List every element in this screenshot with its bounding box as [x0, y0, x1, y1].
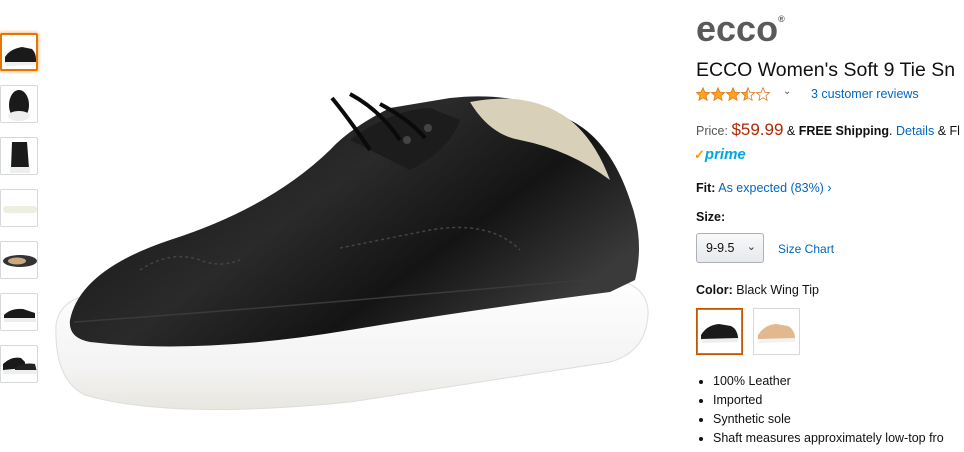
size-dropdown-value: 9-9.5: [706, 241, 735, 255]
star-rating[interactable]: [696, 86, 776, 107]
chevron-down-icon: ⌄: [746, 241, 756, 253]
color-value: Black Wing Tip: [736, 283, 819, 297]
color-row: Color: Black Wing Tip: [696, 283, 819, 297]
registered-mark-icon: ®: [778, 14, 785, 24]
details-suffix: & Fl: [937, 124, 960, 138]
feature-bullet: Synthetic sole: [713, 410, 944, 429]
rating-stars-icon: [696, 87, 771, 101]
color-label: Color:: [696, 283, 733, 297]
thumbnail-3[interactable]: [0, 137, 38, 175]
size-dropdown[interactable]: 9-9.5 ⌄: [696, 233, 764, 263]
thumbnail-5[interactable]: [0, 241, 38, 279]
product-title: ECCO Women's Soft 9 Tie Sn: [696, 59, 956, 81]
thumbnail-7[interactable]: [0, 345, 38, 383]
size-label: Size:: [696, 210, 725, 224]
swatch-black-wing-tip[interactable]: [696, 308, 743, 355]
shipping-connector: &: [786, 124, 796, 138]
price-row: Price: $59.99 & FREE Shipping. Details &…: [696, 120, 960, 139]
feature-bullet: Imported: [713, 391, 944, 410]
fit-label: Fit:: [696, 181, 716, 195]
feature-bullet: 100% Leather: [713, 372, 944, 391]
thumbnail-2[interactable]: [0, 85, 38, 123]
brand-logo[interactable]: ECCO®: [696, 8, 785, 50]
customer-reviews-link[interactable]: 3 customer reviews: [811, 87, 919, 101]
swatch-tan[interactable]: [753, 308, 800, 355]
fit-chevron-icon[interactable]: ›: [827, 181, 831, 195]
main-product-image[interactable]: [50, 80, 650, 430]
size-chart-link[interactable]: Size Chart: [778, 242, 834, 256]
prime-check-icon: ✓: [696, 147, 705, 162]
shipping-text: FREE Shipping: [798, 124, 890, 138]
fit-row: Fit: As expected (83%) ›: [696, 181, 832, 195]
price-label: Price:: [696, 124, 728, 138]
thumbnail-6[interactable]: [0, 293, 38, 331]
fit-value-link[interactable]: As expected (83%): [718, 181, 824, 195]
product-details: ECCO® ECCO Women's Soft 9 Tie Sn ⌄ 3 cus…: [696, 0, 964, 452]
chevron-down-icon[interactable]: ⌄: [783, 86, 791, 97]
prime-label: prime: [704, 146, 746, 163]
feature-bullet: Shaft measures approximately low-top fro: [713, 429, 944, 448]
prime-badge[interactable]: ✓prime: [696, 146, 746, 163]
size-label-text: Size:: [696, 210, 726, 224]
thumbnail-1[interactable]: [0, 33, 38, 71]
price-value: $59.99: [731, 120, 784, 139]
details-link[interactable]: Details: [896, 124, 934, 138]
brand-logo-text: ECCO: [696, 8, 779, 49]
thumbnail-4[interactable]: [0, 189, 38, 227]
feature-bullets: 100% Leather Imported Synthetic sole Sha…: [696, 372, 944, 448]
